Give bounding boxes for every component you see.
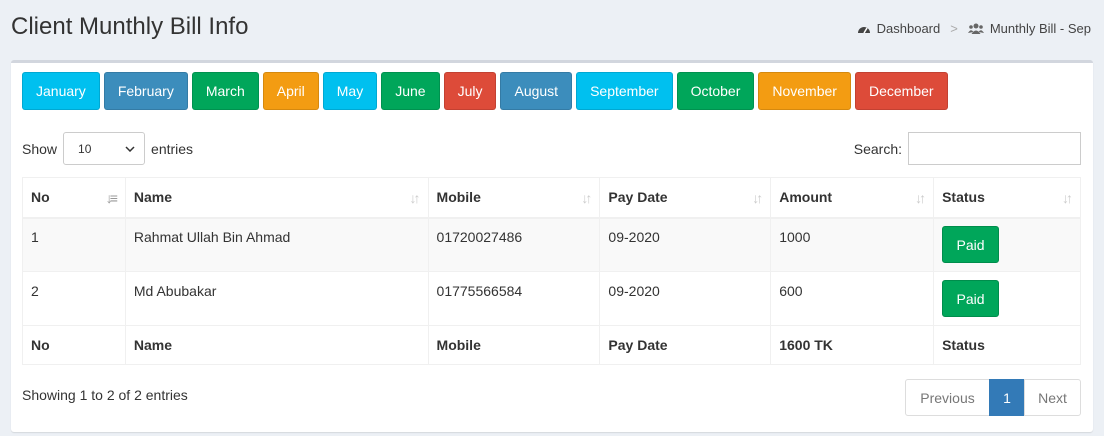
column-header-pay-date[interactable]: Pay Date ↓↑ — [599, 177, 772, 219]
cell-mobile: 01720027486 — [427, 217, 601, 272]
column-header-amount[interactable]: Amount ↓↑ — [770, 177, 935, 219]
search-control: Search: — [854, 132, 1081, 165]
month-button-april[interactable]: April — [262, 72, 319, 110]
column-header-mobile[interactable]: Mobile ↓↑ — [427, 177, 601, 219]
cell-pay-date: 09-2020 — [599, 217, 772, 272]
pagination: Previous 1 Next — [905, 379, 1081, 416]
cell-no: 1 — [22, 217, 126, 272]
cell-text: 09-2020 — [608, 282, 660, 299]
footer-no: No — [22, 325, 126, 365]
footer-name: Name — [124, 325, 429, 365]
month-button-january[interactable]: January — [22, 72, 100, 110]
search-label: Search: — [853, 140, 902, 157]
breadcrumb-current: Munthly Bill - Sep — [989, 21, 1091, 36]
next-page-button[interactable]: Next — [1024, 379, 1081, 416]
column-header-no[interactable]: No ↓≡ — [22, 177, 126, 219]
column-header-label: Name — [133, 189, 173, 206]
bill-box: January February March April May June Ju… — [11, 60, 1093, 432]
search-input[interactable] — [908, 132, 1081, 165]
month-button-february[interactable]: February — [103, 72, 188, 110]
content-header: Client Munthly Bill Info Dashboard > Mun… — [0, 0, 1104, 58]
users-icon — [967, 23, 984, 34]
table-header-row: No ↓≡ Name ↓↑ Mobile ↓↑ Pay Date ↓↑ Amount ↓↑… — [22, 177, 1081, 219]
cell-amount: 600 — [770, 271, 935, 326]
month-button-may[interactable]: May — [322, 72, 378, 110]
month-button-november[interactable]: November — [758, 72, 851, 110]
cell-text: 1 — [31, 228, 39, 245]
entries-label: entries — [151, 140, 194, 157]
table-row: 1 Rahmat Ullah Bin Ahmad 01720027486 09-… — [22, 217, 1081, 272]
cell-text: 01775566584 — [436, 282, 523, 299]
footer-mobile: Mobile — [427, 325, 601, 365]
sort-icon: ↓↑ — [915, 190, 926, 206]
cell-text: 600 — [779, 282, 803, 299]
column-header-label: Pay Date — [608, 189, 668, 206]
cell-text: 2 — [31, 282, 39, 299]
cell-text: 1000 — [779, 228, 811, 245]
previous-page-button[interactable]: Previous — [905, 379, 990, 416]
month-button-march[interactable]: March — [191, 72, 259, 110]
breadcrumb: Dashboard > Munthly Bill - Sep — [857, 21, 1091, 36]
sort-icon: ↓↑ — [581, 190, 592, 206]
paid-button[interactable]: Paid — [942, 226, 1000, 264]
page-title: Client Munthly Bill Info — [11, 13, 249, 40]
table-info: Showing 1 to 2 of 2 entries — [22, 387, 188, 403]
column-header-label: Status — [942, 189, 985, 206]
show-label: Show — [22, 140, 58, 157]
column-header-status[interactable]: Status ↓↑ — [933, 177, 1081, 219]
sort-icon: ↓↑ — [1062, 190, 1073, 206]
paid-button[interactable]: Paid — [942, 280, 1000, 317]
month-button-july[interactable]: July — [443, 72, 497, 110]
cell-pay-date: 09-2020 — [599, 271, 772, 326]
footer-status: Status — [933, 325, 1081, 365]
entries-length-control: Show 10 entries — [22, 132, 193, 165]
entries-select[interactable]: 10 — [63, 132, 146, 165]
cell-name: Md Abubakar — [124, 271, 429, 326]
dashboard-icon — [857, 26, 870, 33]
month-button-august[interactable]: August — [500, 72, 573, 110]
month-button-october[interactable]: October — [676, 72, 755, 110]
cell-mobile: 01775566584 — [427, 271, 601, 326]
cell-text: Md Abubakar — [133, 282, 217, 299]
column-header-name[interactable]: Name ↓↑ — [124, 177, 429, 219]
cell-text: Rahmat Ullah Bin Ahmad — [133, 228, 291, 245]
breadcrumb-dashboard-link[interactable]: Dashboard — [877, 21, 941, 36]
month-button-group: January February March April May June Ju… — [22, 72, 948, 110]
sort-asc-icon: ↓≡ — [105, 190, 118, 206]
month-button-june[interactable]: June — [381, 72, 440, 110]
cell-status: Paid — [933, 217, 1081, 272]
cell-text: 09-2020 — [608, 228, 660, 245]
table-footer-row: No Name Mobile Pay Date 1600 TK Status — [22, 325, 1081, 365]
bill-table: No ↓≡ Name ↓↑ Mobile ↓↑ Pay Date ↓↑ Amount ↓↑… — [22, 177, 1081, 365]
sort-icon: ↓↑ — [409, 190, 421, 206]
table-row: 2 Md Abubakar 01775566584 09-2020 600 Pa… — [22, 271, 1081, 326]
cell-amount: 1000 — [770, 217, 935, 272]
page-1-button[interactable]: 1 — [989, 379, 1025, 416]
chevron-down-icon — [125, 145, 135, 152]
cell-status: Paid — [933, 271, 1081, 326]
month-button-september[interactable]: September — [576, 72, 673, 110]
column-header-label: Amount — [779, 189, 833, 206]
footer-pay-date: Pay Date — [599, 325, 772, 365]
cell-no: 2 — [22, 271, 126, 326]
cell-text: 01720027486 — [436, 228, 523, 245]
entries-select-value: 10 — [78, 141, 92, 156]
footer-total-amount: 1600 TK — [770, 325, 935, 365]
month-button-december[interactable]: December — [854, 72, 948, 110]
column-header-label: Mobile — [436, 189, 481, 206]
cell-name: Rahmat Ullah Bin Ahmad — [124, 217, 429, 272]
breadcrumb-separator: > — [950, 21, 958, 36]
sort-icon: ↓↑ — [752, 190, 763, 206]
column-header-label: No — [31, 189, 50, 206]
